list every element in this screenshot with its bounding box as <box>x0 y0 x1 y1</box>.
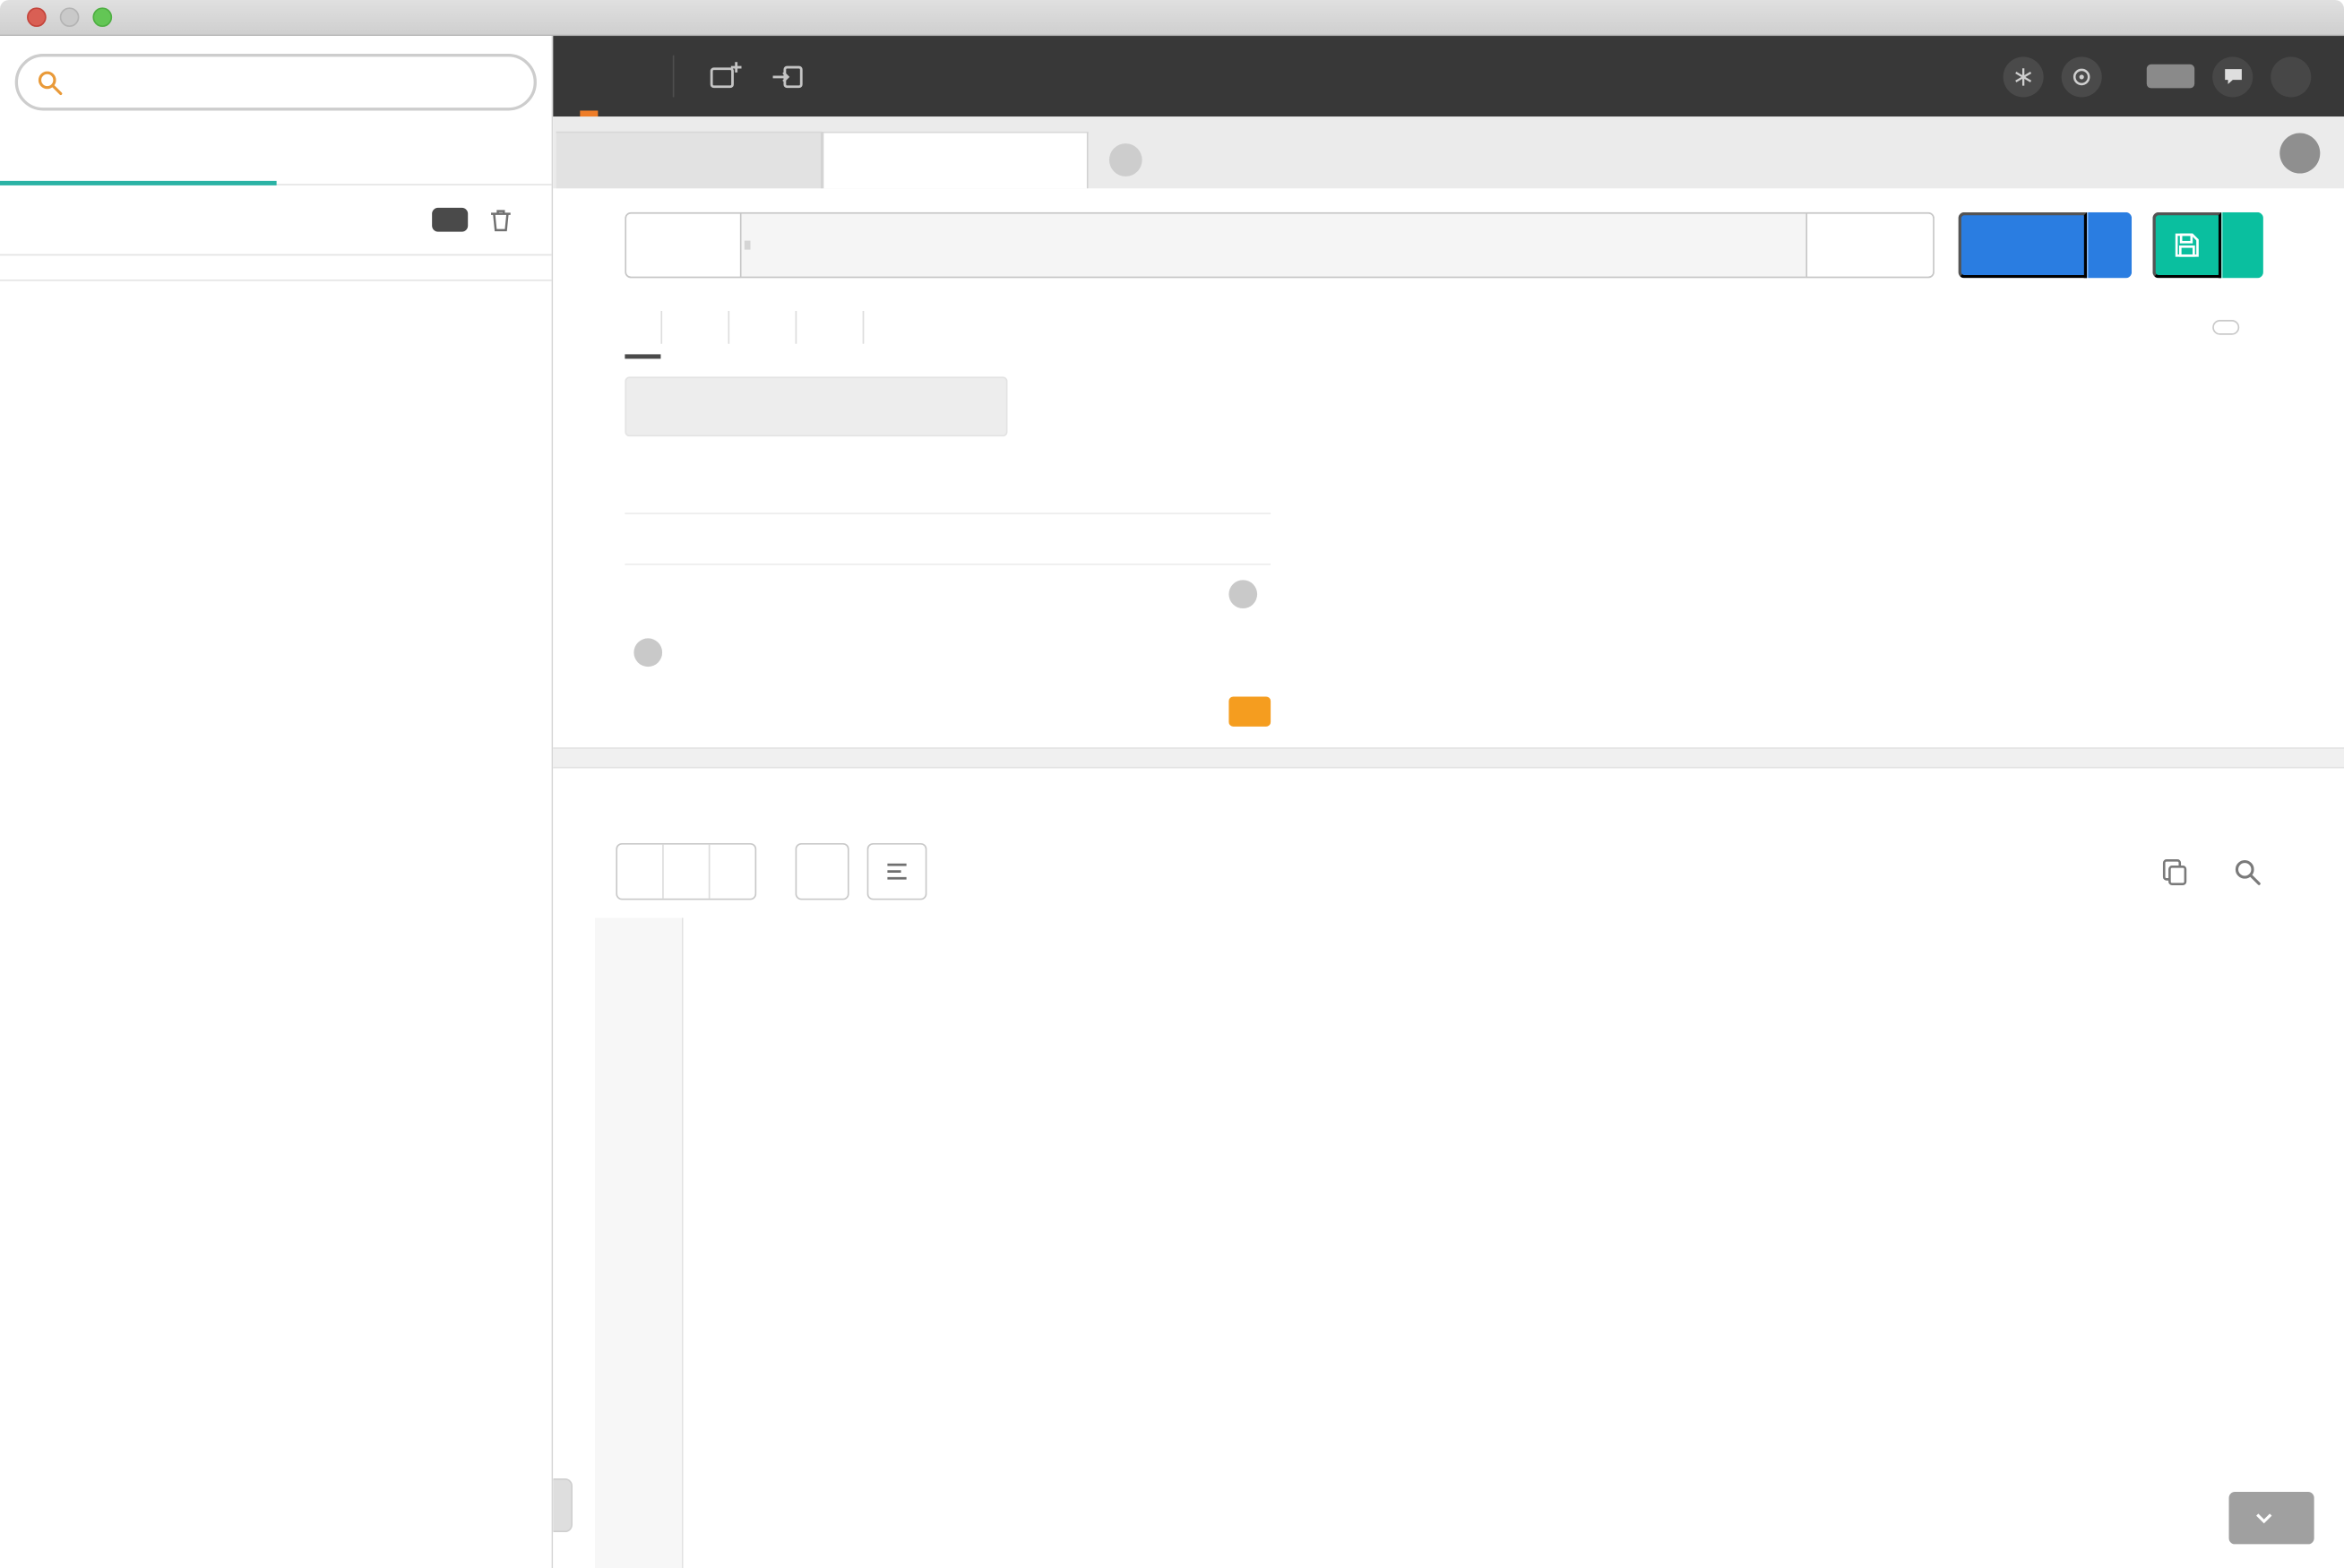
interceptor-icon[interactable] <box>2003 56 2044 97</box>
auth-form <box>625 463 1271 727</box>
show-password-toggle[interactable] <box>625 580 1271 609</box>
scroll-to-response-button[interactable] <box>2228 1492 2314 1545</box>
request-tab-inactive[interactable] <box>556 131 823 189</box>
response-body-code[interactable] <box>595 918 2344 1568</box>
search-icon <box>38 70 63 95</box>
response-tabs <box>616 769 2263 831</box>
save-icon <box>2175 233 2199 257</box>
tab-authorization[interactable] <box>625 296 661 359</box>
response-panel <box>553 768 2344 1568</box>
feedback-chat-icon[interactable] <box>2212 56 2254 97</box>
authorization-panel <box>625 376 2344 727</box>
search-input[interactable] <box>79 69 516 95</box>
generate-code-icon[interactable] <box>2212 320 2240 335</box>
request-tab-active[interactable] <box>822 131 1089 189</box>
request-editor-tabs <box>625 296 2263 359</box>
history-actions-row <box>0 185 552 254</box>
update-request-button[interactable] <box>1228 696 1271 727</box>
save-helper-toggle[interactable] <box>633 638 1271 668</box>
username-row <box>625 463 1271 514</box>
password-row <box>625 514 1271 565</box>
tab-headers[interactable] <box>662 296 728 358</box>
sidebar <box>0 36 554 1568</box>
minimize-window-button[interactable] <box>59 7 80 28</box>
checkmark-icon <box>1228 580 1258 609</box>
response-toolbar <box>616 842 2263 900</box>
wrap-lines-button[interactable] <box>866 842 927 900</box>
url-row <box>625 211 2263 279</box>
tab-collections[interactable] <box>276 125 552 184</box>
builder-topbar <box>553 36 2344 117</box>
request-tabstrip <box>553 116 2344 189</box>
close-window-button[interactable] <box>27 7 47 28</box>
send-options-caret[interactable] <box>2087 211 2133 279</box>
sidebar-tabs <box>0 125 552 185</box>
import-icon[interactable] <box>770 58 806 94</box>
history-section-label <box>0 254 552 281</box>
method-dropdown[interactable] <box>625 211 742 279</box>
panel-divider <box>553 747 2344 769</box>
url-text <box>744 240 751 250</box>
main-area <box>553 36 2344 1568</box>
topbar-divider <box>672 55 675 98</box>
trash-icon[interactable] <box>486 205 515 235</box>
tab-builder[interactable] <box>580 36 599 117</box>
view-mode-segment <box>616 842 757 900</box>
sign-in-button[interactable] <box>2146 64 2195 89</box>
checkmark-icon <box>633 638 663 668</box>
maximize-window-button[interactable] <box>92 7 113 28</box>
app-window <box>0 0 2344 1568</box>
chevron-down-icon <box>2256 1513 2272 1524</box>
tab-body <box>729 296 795 358</box>
view-preview-button[interactable] <box>708 844 755 899</box>
tab-history[interactable] <box>0 125 276 185</box>
environment-quicklook-icon[interactable] <box>2279 132 2321 173</box>
sidebar-collapse-handle[interactable] <box>553 1478 573 1533</box>
history-list <box>0 281 552 1568</box>
tab-prerequest-script[interactable] <box>797 296 862 358</box>
window-titlebar <box>0 0 2344 37</box>
params-button[interactable] <box>1805 211 1935 279</box>
view-pretty-button[interactable] <box>617 845 662 899</box>
new-request-tab-button[interactable] <box>1108 143 1142 177</box>
view-raw-button[interactable] <box>662 844 709 899</box>
tab-tests[interactable] <box>864 296 929 358</box>
add-to-collection-button[interactable] <box>432 207 469 232</box>
send-button[interactable] <box>1958 211 2088 279</box>
wrap-lines-icon <box>887 863 907 880</box>
search-box[interactable] <box>14 54 537 111</box>
sync-indicator-icon[interactable] <box>2061 56 2102 97</box>
copy-icon[interactable] <box>2159 856 2190 887</box>
request-builder <box>553 188 2344 748</box>
format-dropdown[interactable] <box>795 842 849 900</box>
save-button[interactable] <box>2152 211 2222 279</box>
url-input[interactable] <box>741 211 1806 279</box>
search-response-icon[interactable] <box>2232 856 2263 887</box>
new-tab-icon[interactable] <box>707 58 743 94</box>
auth-type-dropdown[interactable] <box>625 376 1008 437</box>
save-options-caret[interactable] <box>2221 211 2263 279</box>
favorites-heart-icon[interactable] <box>2271 56 2312 97</box>
